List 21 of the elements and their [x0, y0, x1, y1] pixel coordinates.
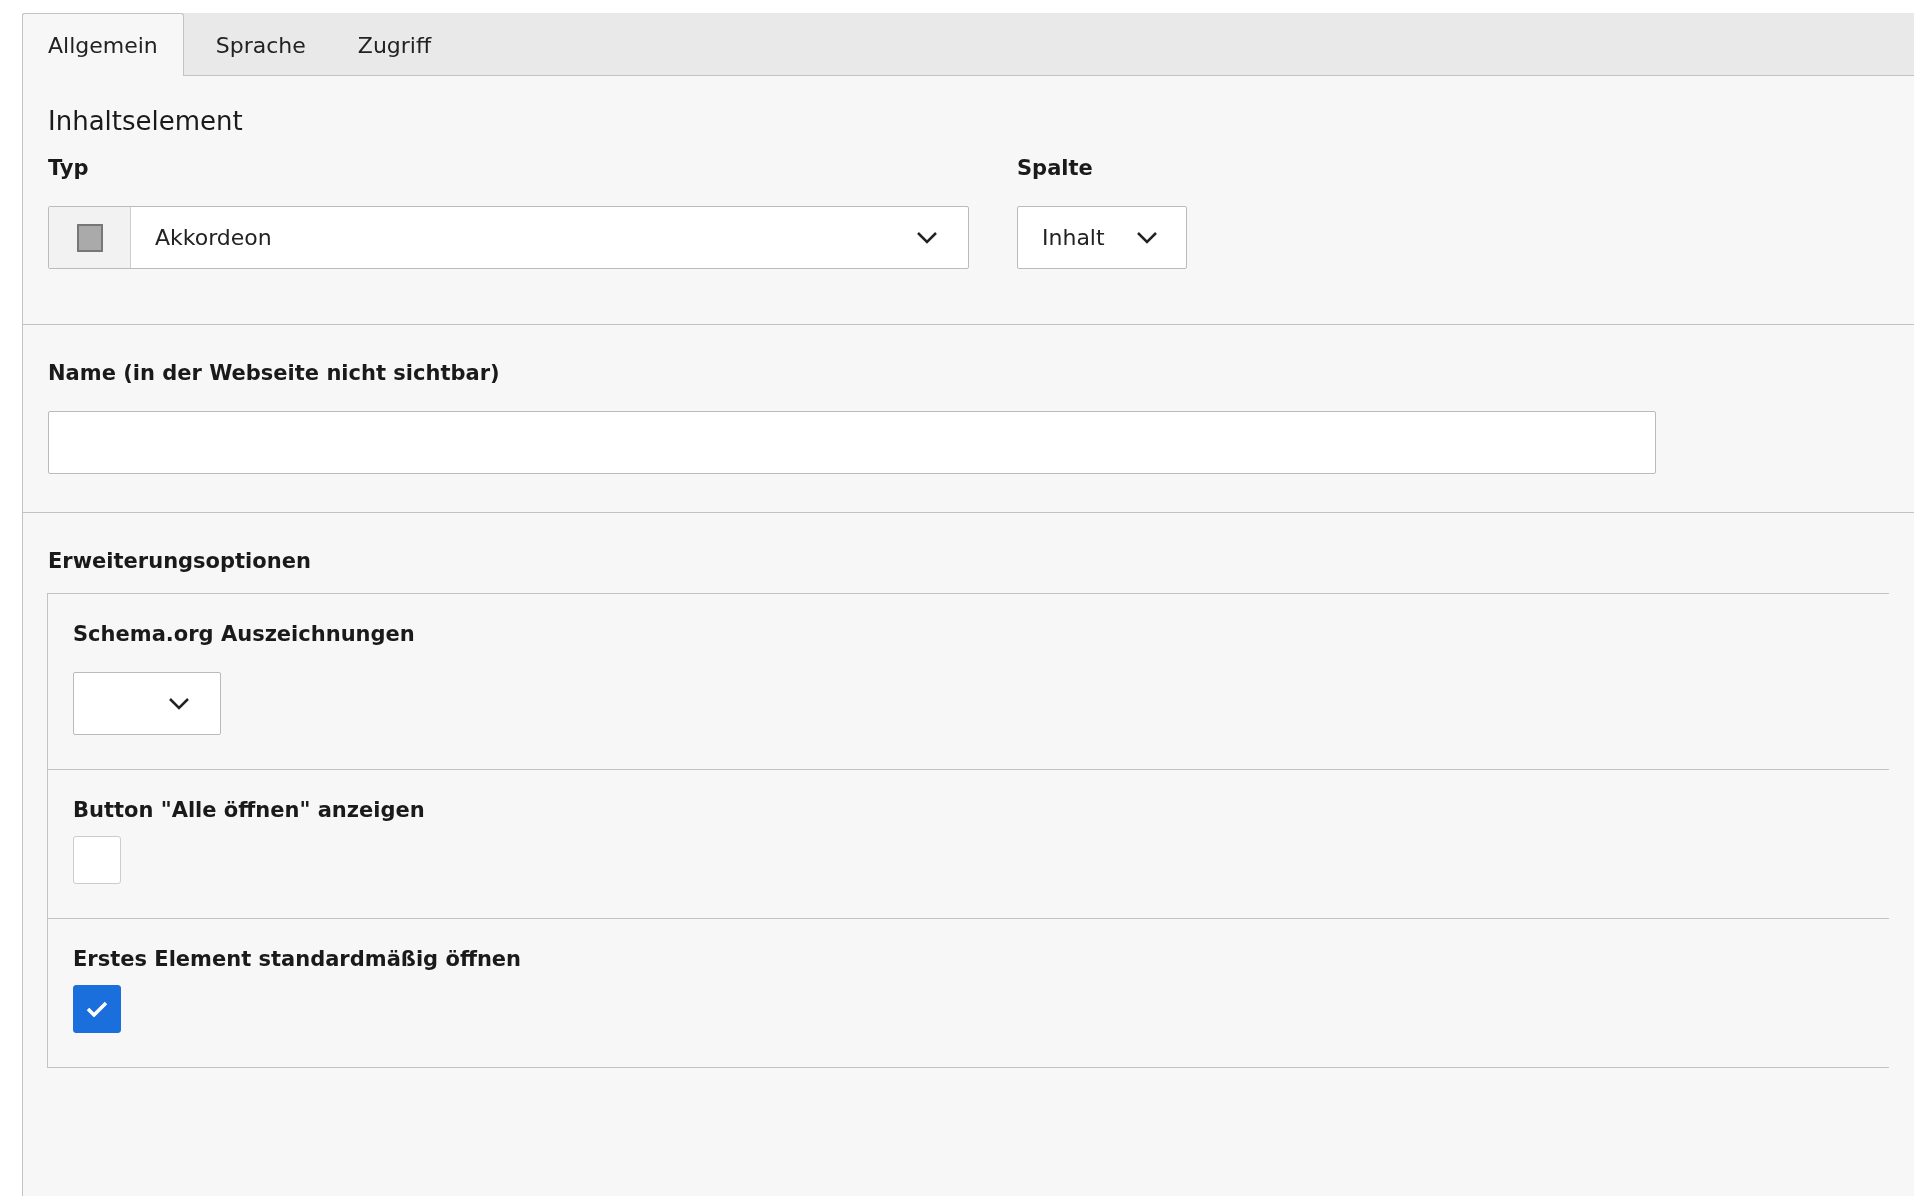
checkbox[interactable]: [73, 985, 121, 1033]
section-label: Erweiterungsoptionen: [48, 549, 312, 573]
tab[interactable]: Zugriff: [331, 13, 458, 76]
field-label: Schema.org Auszeichnungen: [73, 622, 416, 646]
tab[interactable]: Allgemein: [22, 13, 184, 76]
type-select[interactable]: Akkordeon: [48, 206, 969, 269]
chevron-down-icon: [168, 696, 190, 711]
field-label: Erstes Element standardmäßig öffnen: [73, 947, 523, 971]
square-icon: [76, 223, 103, 252]
field-label: Spalte: [1017, 156, 1094, 180]
chevron-down-icon: [916, 230, 938, 245]
name-input-field[interactable]: [48, 411, 1656, 474]
tab[interactable]: Sprache: [189, 13, 332, 76]
field-label: Name (in der Webseite nicht sichtbar): [48, 361, 501, 385]
chevron-down-icon: [1136, 230, 1158, 245]
field-label: Typ: [48, 156, 90, 180]
field-label: Button "Alle öffnen" anzeigen: [73, 798, 426, 822]
column-select[interactable]: Inhalt: [1017, 206, 1187, 269]
select-field[interactable]: [73, 672, 221, 735]
checkmark-icon: [86, 1001, 108, 1017]
section-title: Inhaltselement: [48, 106, 244, 136]
